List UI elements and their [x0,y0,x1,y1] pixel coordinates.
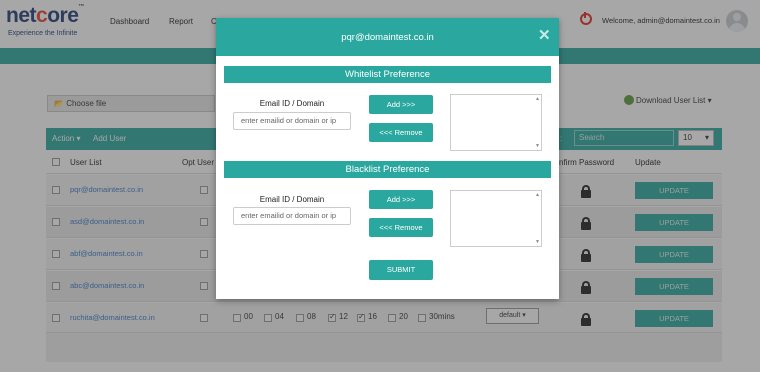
modal-title: pqr@domaintest.co.in [341,32,434,43]
blacklist-heading: Blacklist Preference [224,161,551,178]
blacklist-field-label: Email ID / Domain [259,195,325,204]
scroll-up-icon[interactable]: ▲ [535,192,540,198]
whitelist-email-input[interactable]: enter emailid or domain or ip [233,112,351,130]
whitelist-field-label: Email ID / Domain [259,99,325,108]
submit-button[interactable]: SUBMIT [369,260,433,280]
whitelist-remove-button[interactable]: <<< Remove [369,123,433,142]
blacklist-add-button[interactable]: Add >>> [369,190,433,209]
scroll-up-icon[interactable]: ▲ [535,96,540,102]
blacklist-listbox[interactable]: ▲ ▼ [450,190,542,247]
close-icon[interactable]: ✕ [538,26,551,44]
whitelist-listbox[interactable]: ▲ ▼ [450,94,542,151]
scroll-down-icon[interactable]: ▼ [535,239,540,245]
scroll-down-icon[interactable]: ▼ [535,143,540,149]
preference-modal: pqr@domaintest.co.in ✕ Whitelist Prefere… [216,18,559,299]
blacklist-remove-button[interactable]: <<< Remove [369,218,433,237]
whitelist-add-button[interactable]: Add >>> [369,95,433,114]
whitelist-heading: Whitelist Preference [224,66,551,83]
modal-header: pqr@domaintest.co.in ✕ [216,18,559,56]
blacklist-email-input[interactable]: enter emailid or domain or ip [233,207,351,225]
